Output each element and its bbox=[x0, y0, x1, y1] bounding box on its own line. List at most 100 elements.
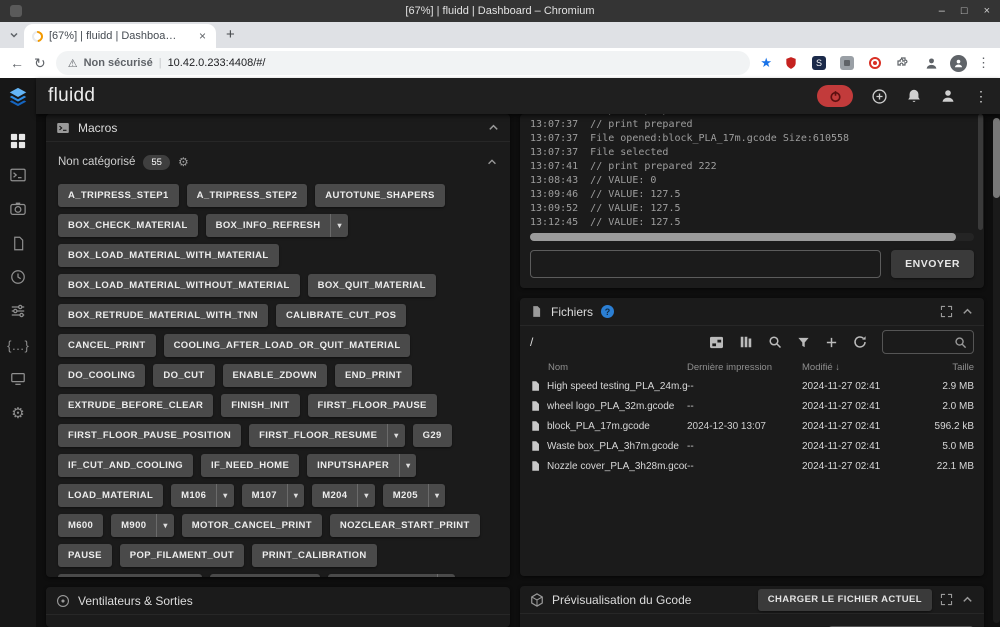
macro-button[interactable]: AUTOTUNE_SHAPERS bbox=[315, 184, 445, 207]
macro-button[interactable]: BOX_CHECK_MATERIAL bbox=[58, 214, 198, 237]
macro-button[interactable]: NOZCLEAR_START_PRINT bbox=[329, 514, 480, 537]
macro-button[interactable]: PAUSE bbox=[58, 544, 112, 567]
search-icon[interactable] bbox=[768, 335, 782, 349]
chevron-down-icon[interactable]: ▾ bbox=[357, 484, 374, 507]
macro-button[interactable]: M107 ▾ bbox=[241, 484, 305, 507]
sidebar-item-tune[interactable] bbox=[0, 294, 36, 328]
chevron-down-icon[interactable]: ▾ bbox=[437, 574, 454, 577]
scrollbar-thumb[interactable] bbox=[993, 118, 1000, 198]
macro-button[interactable]: BOX_QUIT_MATERIAL bbox=[307, 274, 436, 297]
expand-icon[interactable] bbox=[940, 305, 953, 318]
macro-button[interactable]: M205 ▾ bbox=[382, 484, 446, 507]
send-button[interactable]: ENVOYER bbox=[891, 250, 974, 278]
macro-button[interactable]: END_PRINT bbox=[334, 364, 412, 387]
sidebar-item-console[interactable] bbox=[0, 158, 36, 192]
macro-button[interactable]: EXTRUDE_BEFORE_CLEAR bbox=[58, 394, 214, 417]
view-columns-icon[interactable] bbox=[739, 335, 753, 349]
macro-button[interactable]: M204 ▾ bbox=[312, 484, 375, 507]
chevron-down-icon[interactable]: ▾ bbox=[286, 484, 304, 507]
extensions-puzzle-icon[interactable] bbox=[894, 54, 912, 72]
macro-button[interactable]: A_TRIPRESS_STEP2 bbox=[186, 184, 308, 207]
macro-button[interactable]: ENABLE_ZDOWN bbox=[222, 364, 327, 387]
fluidd-logo[interactable] bbox=[7, 86, 29, 108]
column-header[interactable]: Nom bbox=[530, 362, 687, 373]
category-chevron-icon[interactable] bbox=[486, 156, 498, 168]
page-scrollbar[interactable] bbox=[993, 118, 1000, 623]
macro-button[interactable]: DO_CUT bbox=[153, 364, 215, 387]
thumbnails-icon[interactable] bbox=[709, 336, 724, 349]
load-current-file-button[interactable]: CHARGER LE FICHIER ACTUEL bbox=[757, 588, 932, 611]
notifications-bell-icon[interactable] bbox=[906, 88, 922, 104]
files-search-input[interactable] bbox=[882, 330, 974, 354]
tab-close-icon[interactable]: × bbox=[197, 29, 208, 43]
macro-button[interactable]: PRINT_PREPARE_CLEAR bbox=[58, 574, 202, 577]
macro-button[interactable]: IF_NEED_HOME bbox=[201, 454, 300, 477]
macro-button[interactable]: FINISH_INIT bbox=[221, 394, 300, 417]
profile-person-icon[interactable] bbox=[922, 54, 940, 72]
filter-funnel-icon[interactable] bbox=[797, 336, 810, 349]
minimize-button[interactable]: – bbox=[939, 5, 945, 17]
macro-button[interactable]: COOLING_AFTER_LOAD_OR_QUIT_MATERIAL bbox=[163, 334, 411, 357]
macro-button[interactable]: A_TRIPRESS_STEP1 bbox=[58, 184, 179, 207]
macro-button[interactable]: MOTOR_CANCEL_PRINT bbox=[181, 514, 322, 537]
chevron-down-icon[interactable]: ▾ bbox=[330, 214, 347, 237]
sidebar-item-jobs[interactable] bbox=[0, 226, 36, 260]
reload-icon[interactable]: ↻ bbox=[34, 56, 46, 70]
sidebar-item-configure[interactable]: {…} bbox=[0, 328, 36, 362]
macro-button[interactable]: CANCEL_PRINT bbox=[58, 334, 156, 357]
macro-button[interactable]: LOAD_MATERIAL bbox=[58, 484, 164, 507]
scrollbar-thumb[interactable] bbox=[530, 233, 957, 241]
collapse-chevron-icon[interactable] bbox=[961, 593, 974, 606]
macro-button[interactable]: FIRST_FLOOR_RESUME ▾ bbox=[249, 424, 405, 447]
console-horizontal-scrollbar[interactable] bbox=[530, 233, 974, 241]
add-icon[interactable] bbox=[825, 336, 838, 349]
macro-button[interactable]: M106 ▾ bbox=[171, 484, 234, 507]
column-header[interactable]: Modifié ↓ bbox=[802, 362, 912, 373]
macro-button[interactable]: BOX_RETRUDE_MATERIAL_WITH_TNN bbox=[58, 304, 268, 327]
console-input[interactable] bbox=[530, 250, 882, 278]
browser-menu-kebab-icon[interactable]: ⋮ bbox=[977, 55, 990, 71]
address-bar[interactable]: ⚠ Non sécurisé | 10.42.0.233:4408/#/ bbox=[55, 51, 751, 75]
bookmark-star-icon[interactable]: ★ bbox=[760, 55, 772, 71]
file-row[interactable]: Nozzle cover_PLA_3h28m.gcode -- 2024-11-27… bbox=[520, 456, 984, 476]
extension-icon[interactable] bbox=[838, 54, 856, 72]
app-title[interactable]: fluidd bbox=[48, 85, 95, 107]
console-scrollbar[interactable] bbox=[978, 114, 983, 230]
macro-button[interactable]: PRINT_TEMP_SET▾ bbox=[328, 574, 455, 577]
macro-button[interactable]: DO_COOLING bbox=[58, 364, 146, 387]
record-icon[interactable] bbox=[866, 54, 884, 72]
macro-button[interactable]: CALIBRATE_CUT_POS bbox=[275, 304, 407, 327]
file-row[interactable]: block_PLA_17m.gcode 2024-12-30 13:07 2024-… bbox=[520, 416, 984, 436]
macro-button[interactable]: PRINT_PREPARED bbox=[209, 574, 321, 577]
column-header[interactable]: Dernière impression bbox=[687, 362, 802, 373]
app-menu-kebab-icon[interactable]: ⋮ bbox=[974, 88, 988, 105]
macro-button[interactable]: BOX_LOAD_MATERIAL_WITHOUT_MATERIAL bbox=[58, 274, 300, 297]
chevron-down-icon[interactable]: ▾ bbox=[427, 484, 445, 507]
sidebar-item-camera[interactable] bbox=[0, 192, 36, 226]
sidebar-item-system[interactable] bbox=[0, 362, 36, 396]
chevron-down-icon[interactable]: ▾ bbox=[399, 454, 416, 477]
macro-button[interactable]: BOX_INFO_REFRESH ▾ bbox=[205, 214, 348, 237]
chevron-down-icon[interactable]: ▾ bbox=[156, 514, 173, 537]
collapse-chevron-icon[interactable] bbox=[487, 121, 500, 134]
maximize-button[interactable]: □ bbox=[961, 5, 968, 17]
file-row[interactable]: Waste box_PLA_3h7m.gcode -- 2024-11-27 02:… bbox=[520, 436, 984, 456]
macro-button[interactable]: PRINT_CALIBRATION bbox=[252, 544, 377, 567]
file-row[interactable]: High speed testing_PLA_24m.gcode-- 2024-1… bbox=[520, 376, 984, 396]
new-tab-button[interactable]: + bbox=[226, 27, 235, 42]
tab-search-icon[interactable] bbox=[8, 29, 20, 41]
macro-button[interactable]: POP_FILAMENT_OUT bbox=[119, 544, 245, 567]
macro-category-row[interactable]: Non catégorisé 55 ⚙ bbox=[58, 150, 498, 174]
category-settings-gear-icon[interactable]: ⚙ bbox=[178, 155, 189, 169]
sidebar-item-dashboard[interactable] bbox=[0, 124, 36, 158]
macro-button[interactable]: IF_CUT_AND_COOLING bbox=[58, 454, 194, 477]
extension-s-icon[interactable]: S bbox=[810, 54, 828, 72]
adblock-shield-icon[interactable] bbox=[782, 54, 800, 72]
macro-button[interactable]: BOX_LOAD_MATERIAL_WITH_MATERIAL bbox=[58, 244, 279, 267]
emergency-stop-button[interactable] bbox=[817, 85, 853, 107]
macro-button[interactable]: FIRST_FLOOR_PAUSE bbox=[307, 394, 437, 417]
column-header[interactable]: Taille bbox=[912, 362, 974, 373]
chevron-down-icon[interactable]: ▾ bbox=[387, 424, 404, 447]
avatar[interactable] bbox=[950, 54, 967, 72]
back-icon[interactable]: ← bbox=[10, 56, 24, 70]
